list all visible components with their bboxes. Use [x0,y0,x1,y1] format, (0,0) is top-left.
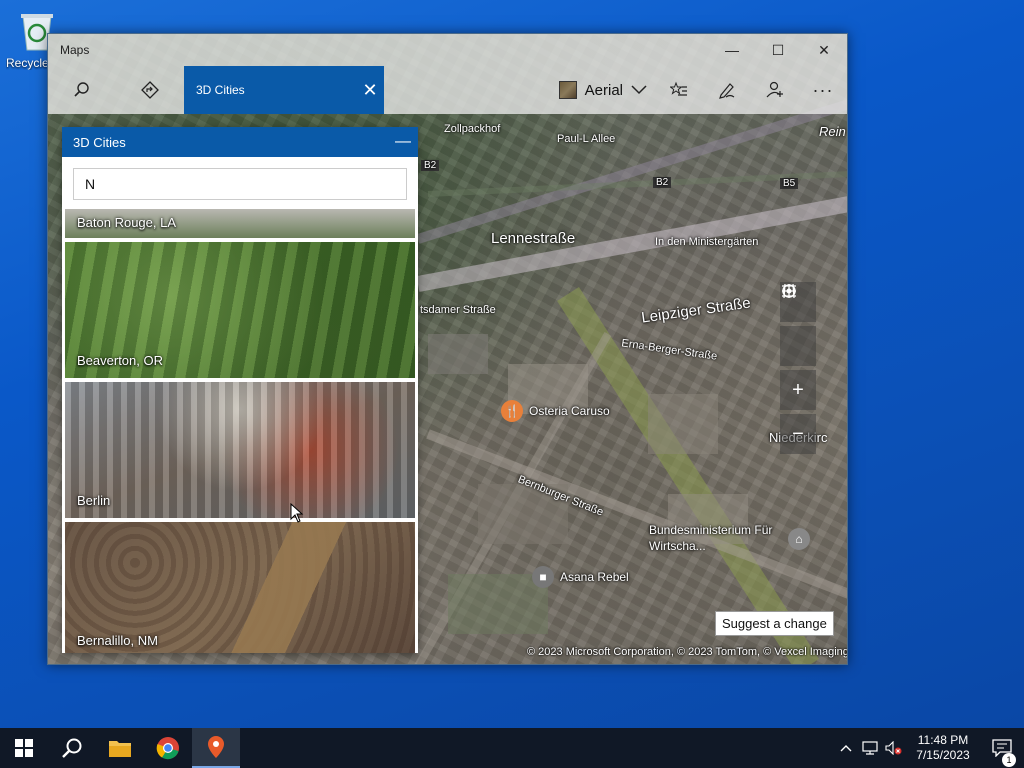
maximize-button[interactable]: ☐ [755,34,801,66]
poi-asana-label: Asana Rebel [560,570,629,584]
tab-3d-cities[interactable]: 3D Cities ✕ [184,66,384,114]
map-label-zollpackhof: Zollpackhof [444,123,501,135]
start-button[interactable] [0,728,48,768]
pen-icon [719,83,735,99]
title-bar[interactable]: Maps — ☐ ✕ [48,34,847,66]
mouse-cursor-icon [290,503,304,523]
more-dots-icon: ··· [812,79,834,100]
map-label-paul-loebe: Paul-L Allee [557,133,616,145]
map-badge-b2-1: B2 [421,160,440,171]
more-button[interactable]: ··· [799,66,847,114]
place-icon: ■ [532,566,554,588]
volume-muted-icon [885,741,902,755]
add-person-icon [766,81,783,98]
poi-asana-rebel[interactable]: ■ Asana Rebel [532,566,629,588]
restaurant-icon: 🍴 [501,400,523,422]
locate-me-button[interactable] [780,284,816,366]
building-icon: ⌂ [788,528,810,550]
plus-icon: + [792,378,804,401]
city-search-input[interactable] [73,168,407,200]
aerial-thumbnail-icon [558,81,577,99]
taskbar-chrome[interactable] [144,728,192,768]
taskbar: 11:48 PM 7/15/2023 1 [0,728,1024,768]
system-tray: 11:48 PM 7/15/2023 1 [834,728,1024,768]
city-list: Baton Rouge, LA Beaverton, OR Berlin Ber… [65,209,415,653]
favorites-button[interactable] [655,66,703,114]
poi-osteria-caruso[interactable]: 🍴 Osteria Caruso [501,400,610,422]
close-window-button[interactable]: ✕ [801,34,847,66]
location-target-icon [782,284,796,298]
search-icon [62,738,82,758]
poi-ministry-pin[interactable]: ⌂ [788,528,816,550]
close-icon: ✕ [818,41,830,58]
chrome-icon [156,737,179,760]
city-item-beaverton[interactable]: Beaverton, OR [65,242,415,378]
city-item-bernalillo[interactable]: Bernalillo, NM [65,522,415,653]
network-icon [862,741,878,755]
clock-date: 7/15/2023 [916,748,970,762]
maps-window: Lennestraße Leipziger Straße In den Mini… [47,33,848,665]
chevron-up-icon [840,745,852,752]
toolbar: 3D Cities ✕ Aerial ··· [48,66,847,114]
favorites-list-icon [670,81,687,96]
panel-header: 3D Cities — [62,127,418,157]
map-badge-b2-2: B2 [653,177,672,188]
account-button[interactable] [751,66,799,114]
city-item-berlin[interactable]: Berlin [65,382,415,518]
map-controls: + − [780,282,816,454]
city-item-baton-rouge[interactable]: Baton Rouge, LA [65,209,415,238]
directions-icon [141,81,159,99]
zoom-out-button[interactable]: − [780,414,816,454]
map-label-ministergaerten: In den Ministergärten [655,236,759,248]
city-name: Beaverton, OR [77,353,163,368]
poi-ministry-label[interactable]: Bundesministerium Für Wirtscha... [649,522,799,554]
window-title: Maps [60,43,90,57]
show-hidden-icons-button[interactable] [834,744,858,752]
map-label-potsdamer: tsdamer Straße [420,304,496,316]
map-copyright: © 2023 Microsoft Corporation, © 2023 Tom… [527,646,847,658]
notification-count-badge: 1 [1002,753,1016,767]
poi-osteria-label: Osteria Caruso [529,404,610,418]
map-style-dropdown[interactable]: Aerial [551,66,655,114]
folder-icon [109,741,131,757]
tab-3d-cities-label: 3D Cities [196,83,245,97]
maps-pin-icon [208,736,224,758]
clock-time: 11:48 PM [917,733,969,747]
city-name: Berlin [77,493,111,508]
chevron-down-icon [631,85,647,95]
action-center-button[interactable]: 1 [980,739,1024,767]
network-button[interactable] [858,741,882,755]
search-icon [74,82,89,97]
directions-button[interactable] [116,66,184,114]
minus-icon: − [792,422,804,445]
ink-button[interactable] [703,66,751,114]
map-label-rein: Rein [819,124,846,139]
map-label-lennestrasse: Lennestraße [491,230,576,247]
search-button[interactable] [48,66,116,114]
city-name: Bernalillo, NM [77,633,158,648]
map-badge-b5: B5 [780,178,799,189]
taskbar-search-button[interactable] [48,728,96,768]
panel-minimize-button[interactable]: — [388,133,418,151]
taskbar-maps[interactable] [192,728,240,768]
suggest-change-button[interactable]: Suggest a change [715,611,834,636]
zoom-in-button[interactable]: + [780,370,816,410]
clock[interactable]: 11:48 PM 7/15/2023 [906,733,980,763]
map-style-label: Aerial [584,81,623,99]
minimize-button[interactable]: — [709,34,755,66]
panel-title: 3D Cities [73,134,126,150]
volume-button[interactable] [882,741,906,755]
taskbar-file-explorer[interactable] [96,728,144,768]
maximize-icon: ☐ [771,41,785,58]
close-tab-button[interactable]: ✕ [356,80,384,101]
city-name: Baton Rouge, LA [77,215,177,230]
windows-logo-icon [15,739,33,757]
minimize-icon: — [725,42,739,58]
3d-cities-panel: 3D Cities — Baton Rouge, LA Beaverton, O… [62,127,418,653]
